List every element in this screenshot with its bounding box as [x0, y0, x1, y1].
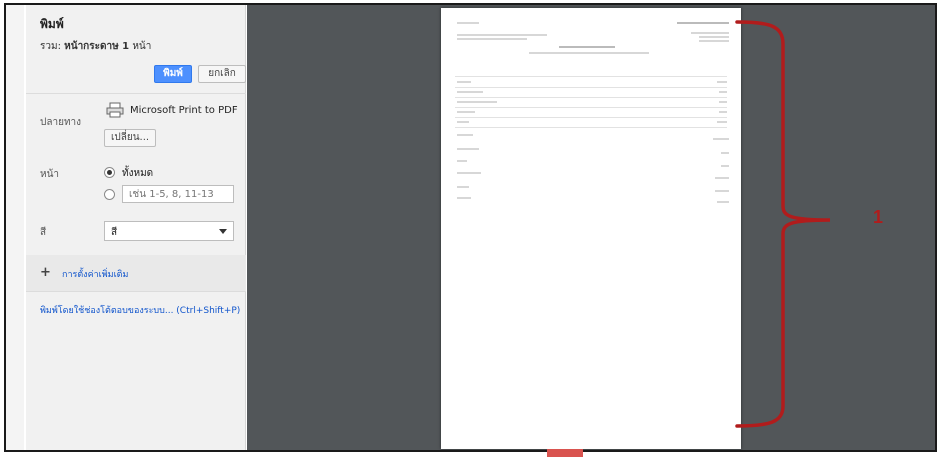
preview-text-line — [719, 91, 727, 93]
summary-suffix: หน้า — [132, 41, 152, 52]
preview-text-line — [717, 201, 729, 203]
preview-text-line — [677, 22, 729, 24]
preview-text-line — [717, 81, 727, 83]
pages-label: หน้า — [40, 169, 60, 180]
preview-text-line — [457, 197, 471, 199]
preview-text-line — [715, 190, 729, 192]
preview-text-line — [457, 34, 547, 36]
preview-text-line — [699, 40, 729, 42]
preview-text-line — [457, 22, 479, 24]
page-count-summary: รวม: หน้ากระดาษ 1 หน้า — [40, 39, 151, 54]
preview-text-line — [457, 148, 479, 150]
destination-printer-name: Microsoft Print to PDF — [130, 105, 238, 116]
preview-text-line — [721, 152, 729, 154]
preview-rule — [455, 97, 727, 98]
chevron-down-icon — [219, 229, 227, 234]
plus-icon[interactable]: + — [40, 266, 51, 279]
preview-text-line — [457, 121, 469, 123]
preview-rule — [455, 76, 727, 77]
annotation-label: 1 — [873, 207, 884, 227]
preview-rule — [455, 107, 727, 108]
preview-text-line — [457, 38, 527, 40]
summary-sheet-count: หน้ากระดาษ 1 — [64, 41, 130, 52]
color-select[interactable]: สี — [104, 221, 234, 241]
print-button[interactable]: พิมพ์ — [154, 65, 192, 83]
divider — [26, 291, 246, 292]
more-settings-row[interactable] — [26, 255, 246, 291]
pages-range-radio[interactable] — [104, 189, 115, 200]
preview-text-line — [457, 101, 497, 103]
print-dialog-window: พิมพ์ รวม: หน้ากระดาษ 1 หน้า พิมพ์ ยกเลิ… — [4, 3, 937, 452]
pages-all-radio[interactable] — [104, 167, 115, 178]
printer-icon — [106, 102, 124, 118]
color-select-value: สี — [111, 227, 118, 238]
preview-text-line — [529, 52, 649, 54]
preview-text-line — [699, 36, 729, 38]
preview-text-line — [457, 91, 483, 93]
system-dialog-link[interactable]: พิมพ์โดยใช้ช่องโต้ตอบของระบบ... (Ctrl+Sh… — [40, 303, 240, 317]
preview-rule — [455, 87, 727, 88]
preview-text-line — [717, 121, 727, 123]
preview-text-line — [457, 172, 481, 174]
divider — [26, 93, 246, 94]
preview-text-line — [457, 111, 475, 113]
summary-prefix: รวม: — [40, 41, 61, 52]
print-preview-area — [247, 5, 935, 450]
preview-rule — [455, 117, 727, 118]
cancel-button[interactable]: ยกเลิก — [198, 65, 246, 83]
pages-range-input[interactable] — [122, 185, 234, 203]
preview-text-line — [457, 186, 469, 188]
preview-text-line — [719, 101, 727, 103]
print-settings-sidebar: พิมพ์ รวม: หน้ากระดาษ 1 หน้า พิมพ์ ยกเลิ… — [26, 5, 246, 450]
preview-text-line — [457, 160, 467, 162]
background-tab-marker — [547, 449, 583, 457]
preview-text-line — [715, 177, 729, 179]
more-settings-link[interactable]: การตั้งค่าเพิ่มเติม — [62, 267, 128, 281]
background-page-strip — [6, 5, 24, 450]
preview-text-line — [713, 138, 729, 140]
destination-label: ปลายทาง — [40, 117, 82, 128]
preview-text-line — [457, 81, 471, 83]
change-destination-button[interactable]: เปลี่ยน... — [104, 129, 156, 147]
preview-text-line — [721, 165, 729, 167]
color-label: สี — [40, 227, 47, 238]
preview-text-line — [559, 46, 615, 48]
preview-text-line — [457, 134, 473, 136]
dialog-title: พิมพ์ — [40, 17, 64, 31]
preview-text-line — [691, 32, 729, 34]
pages-all-label: ทั้งหมด — [122, 168, 154, 179]
preview-text-line — [719, 111, 727, 113]
preview-rule — [455, 127, 727, 128]
preview-page — [441, 8, 741, 449]
